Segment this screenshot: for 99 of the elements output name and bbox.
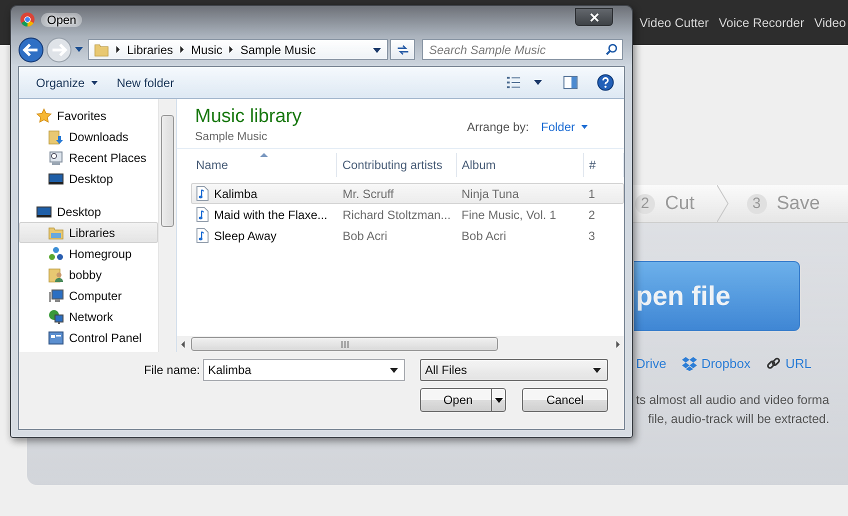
nav-link[interactable]: Video Cutter <box>640 16 709 30</box>
desktop-icon <box>36 204 52 220</box>
horizontal-scrollbar[interactable] <box>177 336 624 352</box>
table-cell: 3 <box>588 228 596 242</box>
caret-icon <box>581 125 588 129</box>
folder-icon <box>94 42 109 57</box>
library-title: Music library <box>195 106 302 128</box>
download-folder-icon <box>48 128 64 144</box>
step-number: 2 <box>635 194 655 214</box>
star-icon <box>36 108 52 124</box>
table-cell: Sleep Away <box>214 228 276 242</box>
refresh-button[interactable] <box>390 39 415 60</box>
table-cell: Kalimba <box>214 186 258 200</box>
arrange-by-label: Arrange by: <box>466 120 529 134</box>
table-cell: Maid with the Flaxe... <box>214 208 328 222</box>
file-name-label: File name: <box>144 363 200 377</box>
refresh-icon <box>396 42 410 56</box>
browser-icon <box>20 12 35 27</box>
search-icon <box>605 43 618 56</box>
navigation-item[interactable]: bobby <box>19 264 158 285</box>
navigation-item[interactable]: Desktop <box>19 201 158 222</box>
table-cell: Fine Music, Vol. 1 <box>462 208 556 222</box>
library-subtitle: Sample Music <box>195 131 268 143</box>
file-row[interactable]: Sleep Away Bob Acri Bob Acri 3 <box>191 225 624 246</box>
navigation-item[interactable]: Desktop <box>19 168 158 189</box>
table-cell: 1 <box>588 186 596 200</box>
column-header[interactable]: # <box>584 153 624 177</box>
file-row[interactable]: Kalimba Mr. Scruff Ninja Tuna 1 <box>191 183 624 204</box>
file-type-dropdown[interactable]: All Files <box>420 359 608 381</box>
breadcrumb-item[interactable]: Music <box>191 42 222 56</box>
file-row[interactable]: Maid with the Flaxe... Richard Stoltzman... Fine Music, Vol. 1 2 <box>191 204 624 225</box>
breadcrumb-item[interactable]: Sample Music <box>240 42 316 56</box>
dialog-button[interactable]: Cancel <box>522 388 608 412</box>
music-file-icon <box>196 186 209 201</box>
vertical-scrollbar[interactable] <box>158 99 176 352</box>
close-icon <box>590 12 598 22</box>
description-text: file, audio-track will be extracted. <box>647 411 830 428</box>
sort-ascending-icon <box>260 153 268 157</box>
file-name-field[interactable]: Kalimba <box>203 359 405 381</box>
close-button[interactable] <box>575 8 613 26</box>
step-number: 3 <box>746 194 767 214</box>
recent-places-icon <box>48 150 64 166</box>
navigation-item[interactable]: Control Panel <box>19 327 158 348</box>
column-header[interactable]: Name <box>191 153 338 177</box>
table-cell: Bob Acri <box>462 228 506 242</box>
dropdown-arrow-icon[interactable] <box>390 368 398 372</box>
description-text: ts almost all audio and video forma <box>636 392 830 409</box>
separator-arrow-icon <box>116 46 120 53</box>
scroll-left-arrow-icon[interactable] <box>181 340 185 348</box>
control-panel-icon <box>48 330 64 346</box>
caret-icon <box>494 398 502 402</box>
music-file-icon <box>196 228 209 243</box>
history-dropdown-icon[interactable] <box>75 47 83 52</box>
navigation-item[interactable]: Network <box>19 306 158 327</box>
arrange-by-dropdown[interactable]: Folder <box>528 117 588 137</box>
step-label: Save <box>776 192 820 214</box>
column-header[interactable]: Album <box>456 153 584 177</box>
navigation-item[interactable]: Downloads <box>19 126 158 147</box>
caret-icon[interactable] <box>534 80 542 85</box>
nav-link[interactable]: Video <box>814 16 846 30</box>
link-icon <box>766 356 782 371</box>
address-bar[interactable]: Libraries Music Sample Music <box>88 39 388 60</box>
scroll-right-arrow-icon[interactable] <box>616 340 620 348</box>
view-options-icon[interactable] <box>506 75 521 90</box>
dropbox-icon <box>682 356 698 371</box>
table-cell: Richard Stoltzman... <box>342 208 451 222</box>
table-cell: Bob Acri <box>342 228 388 242</box>
music-file-icon <box>196 207 209 222</box>
preview-pane-icon[interactable] <box>563 75 578 90</box>
navigation-item[interactable]: Computer <box>19 285 158 306</box>
back-button[interactable] <box>18 36 44 62</box>
help-icon[interactable] <box>597 74 614 91</box>
table-cell: 2 <box>588 208 596 222</box>
search-field[interactable]: Search Sample Music <box>422 39 623 60</box>
table-cell: Mr. Scruff <box>342 186 394 200</box>
computer-icon <box>48 288 64 304</box>
grip-icon <box>340 340 348 348</box>
desktop-icon <box>48 170 64 186</box>
open-button[interactable]: Open <box>420 388 506 412</box>
navigation-item[interactable]: Favorites <box>19 105 158 126</box>
table-cell: Ninja Tuna <box>462 186 519 200</box>
navigation-item[interactable]: Recent Places <box>19 147 158 168</box>
network-icon <box>48 308 64 324</box>
navigation-item[interactable]: Libraries <box>19 222 158 243</box>
dropdown-arrow-icon[interactable] <box>373 48 381 53</box>
homegroup-icon <box>48 246 64 262</box>
navigation-item[interactable]: Homegroup <box>19 243 158 264</box>
toolbar-button[interactable]: New folder <box>108 72 182 94</box>
user-folder-icon <box>48 266 64 282</box>
breadcrumb-item[interactable]: Libraries <box>127 42 174 56</box>
step-label: Cut <box>665 192 695 214</box>
column-header[interactable]: Contributing artists <box>337 153 457 177</box>
caret-icon <box>90 80 98 84</box>
separator-arrow-icon <box>229 46 234 53</box>
toolbar-button[interactable]: Organize <box>28 72 106 94</box>
nav-link[interactable]: Voice Recorder <box>718 16 804 30</box>
library-folder-icon <box>48 224 64 240</box>
separator-arrow-icon <box>180 46 184 53</box>
dropdown-arrow-icon <box>593 368 601 372</box>
